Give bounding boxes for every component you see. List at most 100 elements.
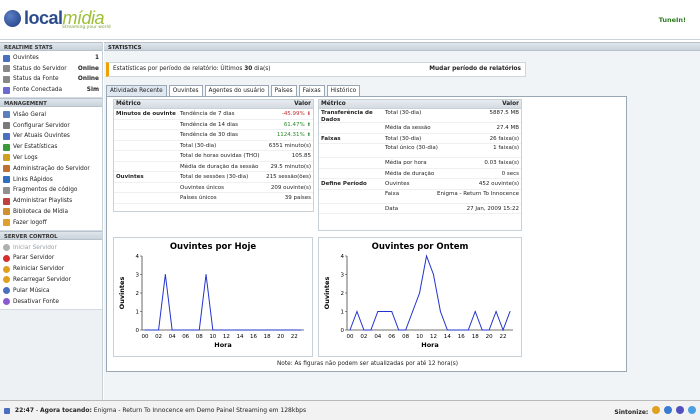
data-point	[384, 311, 386, 312]
table-row: Total único (30-dia) 1 faixa(s)	[319, 144, 521, 158]
tab-agentes-do-usuario[interactable]: Agentes do usuário	[204, 85, 269, 96]
sidebar-item-administrar-playlists[interactable]: Administrar Playlists	[3, 196, 99, 207]
data-point	[453, 329, 455, 331]
sidebar-item-label: Ver Atuais Ouvintes	[13, 133, 70, 140]
stat-label: Ouvintes	[13, 55, 39, 62]
row-group	[114, 141, 178, 151]
data-point	[426, 255, 428, 257]
stat-label: Fonte Conectada	[13, 87, 63, 94]
tab-ouvintes[interactable]: Ouvintes	[168, 85, 203, 96]
music-icon	[4, 407, 10, 414]
x-tick-label: 06	[388, 334, 395, 340]
row-group	[114, 183, 178, 193]
y-tick-label: 3	[136, 273, 140, 279]
sidebar-item-label: Ver Logs	[13, 154, 38, 161]
data-point	[432, 274, 434, 275]
logoff-icon	[3, 219, 10, 227]
sidebar-item-label: Administrar Playlists	[13, 198, 73, 205]
sidebar-item-visao-geral[interactable]: Visão Geral	[3, 109, 99, 120]
trend-up-icon: ⬆	[306, 132, 311, 138]
tunein-link[interactable]: TuneIn!	[659, 16, 686, 24]
logs-icon	[3, 154, 10, 162]
change-period-link[interactable]: Mudar período de relatórios	[429, 66, 521, 73]
tab-faixas[interactable]: Faixas	[298, 85, 325, 96]
sidebar-item-label: Visão Geral	[13, 111, 47, 118]
row-label: Tendência de 7 dias	[180, 111, 235, 117]
management-header: MANAGEMENT	[0, 98, 102, 108]
data-point	[474, 311, 476, 312]
chart-title: Ouvintes por Hoje	[170, 242, 257, 252]
table-row: Transferência de Dados Total (30-dia) 5887…	[319, 109, 521, 123]
control-desativar-fonte[interactable]: Desativar Fonte	[3, 296, 99, 307]
row-label: Tendência de 14 dias	[180, 121, 238, 128]
x-tick-label: 14	[444, 334, 451, 340]
chart-yesterday-svg: Ouvintes por Ontem0123400 02 04 06 08 10 12 14 1…	[323, 242, 513, 349]
quicktime-icon[interactable]	[688, 405, 696, 414]
sidebar-item-label: Administração do Servidor	[13, 165, 90, 172]
row-group	[319, 145, 383, 157]
realtime-stat-ouvintes: Ouvintes 1	[3, 53, 99, 64]
series-line	[145, 274, 301, 331]
disable-source-icon	[3, 298, 10, 306]
control-reiniciar-servidor[interactable]: Reiniciar Servidor	[3, 264, 99, 275]
row-label: Total (30-dia)	[180, 142, 217, 149]
sidebar-item-biblioteca-de-midia[interactable]: Biblioteca de Mídia	[3, 207, 99, 218]
sidebar-item-administracao-do-servidor[interactable]: Administração do Servidor	[3, 163, 99, 174]
x-tick-label: 22	[291, 334, 298, 340]
sidebar-item-links-rapidos[interactable]: Links Rápidos	[3, 174, 99, 185]
play-icon	[3, 244, 10, 252]
sidebar-item-ver-estatisticas[interactable]: Ver Estatísticas	[3, 142, 99, 153]
page-title: STATISTICS	[104, 42, 700, 51]
control-parar-servidor[interactable]: Parar Servidor	[3, 253, 99, 264]
row-value: 215 sessão(ões)	[266, 174, 311, 180]
control-recarregar-servidor[interactable]: Recarregar Servidor	[3, 275, 99, 286]
sidebar-item-label: Fragmentos de código	[13, 187, 78, 194]
skip-icon	[3, 287, 10, 295]
row-label: Total (30-dia)	[385, 135, 422, 142]
sidebar-item-configurar-servidor[interactable]: Configurar Servidor	[3, 120, 99, 131]
update-note: Note: As figuras não podem ser atualizad…	[276, 361, 459, 367]
control-pular-musica[interactable]: Pular Música	[3, 285, 99, 296]
row-value: 0 secs	[501, 170, 519, 177]
row-value: 1124.31%	[276, 132, 305, 138]
row-group	[114, 162, 178, 172]
row-group: Minutos de ouvinte	[116, 111, 176, 117]
realplayer-icon[interactable]	[676, 405, 685, 414]
statistics-icon	[3, 143, 10, 151]
control-label: Recarregar Servidor	[13, 276, 71, 283]
x-tick-label: 20	[277, 334, 284, 340]
data-point	[212, 329, 214, 331]
data-point	[460, 329, 462, 331]
sidebar-item-fazer-logoff[interactable]: Fazer logoff	[3, 217, 99, 228]
server-control-header: SERVER CONTROL	[0, 231, 102, 241]
sidebar-item-ver-logs[interactable]: Ver Logs	[3, 153, 99, 164]
stats-tabs: Atividade Recente Ouvintes Agentes do usuá…	[106, 85, 362, 96]
row-label: Média por hora	[385, 160, 427, 166]
y-tick-label: 0	[136, 328, 140, 334]
data-point	[198, 329, 200, 331]
x-tick-label: 20	[486, 334, 493, 340]
realtime-stats-list: Ouvintes 1 Status do Servidor Online Status …	[0, 51, 102, 99]
sidebar-item-ver-atuais-ouvintes[interactable]: Ver Atuais Ouvintes	[3, 131, 99, 142]
stop-icon	[3, 254, 10, 262]
row-label: Total único (30-dia)	[385, 145, 438, 151]
x-tick-label: 00	[142, 334, 149, 340]
wmp-icon[interactable]	[664, 405, 673, 414]
restart-icon	[3, 265, 10, 273]
tab-historico[interactable]: Histórico	[326, 85, 361, 96]
data-point	[225, 329, 227, 331]
row-value: 5887.5 MB	[489, 110, 519, 116]
tab-atividade-recente[interactable]: Atividade Recente	[106, 85, 167, 96]
tab-paises[interactable]: Países	[270, 85, 297, 96]
data-point	[488, 329, 490, 331]
listeners-icon	[3, 54, 10, 62]
realtime-stat-status-da-fonte: Status da Fonte Online	[3, 74, 99, 85]
winamp-icon[interactable]	[652, 405, 661, 414]
row-group	[319, 191, 383, 203]
sidebar-item-fragmentos-de-codigo[interactable]: Fragmentos de código	[3, 185, 99, 196]
data-point	[259, 329, 261, 331]
control-label: Reiniciar Servidor	[13, 266, 65, 273]
sidebar-item-label: Configurar Servidor	[13, 122, 70, 129]
stat-value: Online	[77, 76, 99, 83]
y-tick-label: 2	[341, 291, 345, 297]
